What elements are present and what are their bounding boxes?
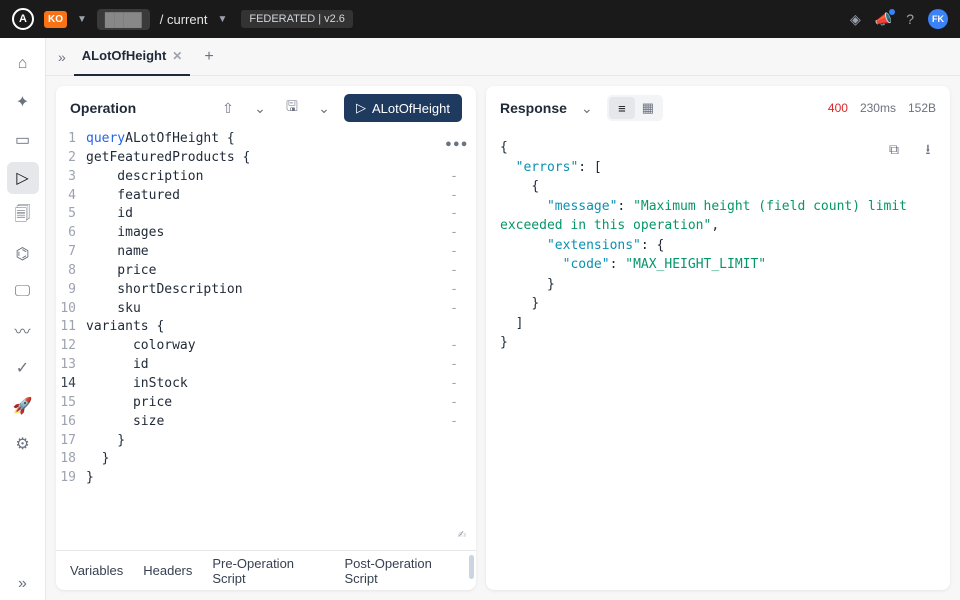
save-icon[interactable]: 🖫	[280, 96, 304, 120]
chevron-down-icon[interactable]: ⌄	[575, 96, 599, 120]
more-icon[interactable]: •••	[445, 138, 468, 153]
org-badge[interactable]: KO	[44, 11, 67, 28]
sidebar: ⌂ ✦ ▭ ▷ 🗐 ⌬ 🖵 〰 ✓ 🚀 ⚙ »	[0, 38, 46, 600]
scrollbar-thumb[interactable]	[469, 555, 474, 579]
nav-checks[interactable]: ✓	[7, 352, 39, 384]
view-json-icon[interactable]: ≡	[609, 97, 635, 119]
operation-editor[interactable]: ••• ✍ 1query ALotOfHeight {2 getFeatured…	[56, 130, 476, 550]
nav-explorer[interactable]: ▷	[7, 162, 39, 194]
response-title: Response	[500, 100, 567, 116]
variant-name[interactable]: / current	[160, 12, 208, 27]
federation-badge: FEDERATED | v2.6	[241, 10, 353, 28]
chevron-down-icon[interactable]: ⌄	[312, 96, 336, 120]
nav-metrics[interactable]: 〰	[7, 314, 39, 346]
user-avatar[interactable]: FK	[928, 9, 948, 29]
nav-clients[interactable]: 🖵	[7, 276, 39, 308]
response-size: 152B	[908, 101, 936, 115]
announcements-icon[interactable]: 📣	[875, 11, 892, 28]
download-icon[interactable]: ⭳	[916, 138, 940, 162]
graph-name[interactable]: ████	[97, 9, 150, 30]
view-table-icon[interactable]: ▦	[635, 97, 661, 119]
nav-insights[interactable]: ✦	[7, 86, 39, 118]
response-body[interactable]: ⧉ ⭳ { "errors": [ { "message": "Maximum …	[486, 130, 950, 590]
operation-panel: Operation ⇧ ⌄ 🖫 ⌄ ▷ ALotOfHeight ••• ✍ 1…	[56, 86, 476, 590]
bottom-tabs: Variables Headers Pre-Operation Script Post…	[56, 550, 476, 590]
bottom-tab[interactable]: Pre-Operation Script	[212, 556, 324, 586]
operation-title: Operation	[70, 100, 208, 116]
nav-schema[interactable]: ▭	[7, 124, 39, 156]
close-icon[interactable]: ✕	[172, 49, 182, 63]
nav-subgraphs[interactable]: ⌬	[7, 238, 39, 270]
apollo-logo[interactable]: A	[12, 8, 34, 30]
bottom-tab[interactable]: Headers	[143, 563, 192, 578]
add-tab-button[interactable]: +	[204, 48, 213, 66]
bottom-tab[interactable]: Variables	[70, 563, 123, 578]
chevron-down-icon[interactable]: ⌄	[248, 96, 272, 120]
tab-label: ALotOfHeight	[82, 48, 166, 63]
run-label: ALotOfHeight	[372, 101, 450, 116]
nav-launches[interactable]: 🚀	[7, 390, 39, 422]
share-icon[interactable]: ⇧	[216, 96, 240, 120]
nav-changes[interactable]: 🗐	[7, 200, 39, 232]
nav-home[interactable]: ⌂	[7, 48, 39, 80]
tab-active[interactable]: ALotOfHeight ✕	[74, 38, 191, 76]
response-status: 400	[828, 101, 848, 115]
nav-settings[interactable]: ⚙	[7, 428, 39, 460]
chevron-down-icon[interactable]: ▼	[217, 14, 227, 25]
view-toggle: ≡ ▦	[607, 95, 663, 121]
chevron-down-icon[interactable]: ▼	[77, 14, 87, 25]
play-icon: ▷	[356, 100, 366, 116]
help-icon[interactable]: ?	[906, 11, 914, 27]
expand-sidebar-icon[interactable]: »	[58, 49, 66, 65]
nav-collapse[interactable]: »	[7, 568, 39, 600]
copy-icon[interactable]: ⧉	[882, 138, 906, 162]
response-time: 230ms	[860, 101, 896, 115]
bottom-tab[interactable]: Post-Operation Script	[344, 556, 462, 586]
layers-icon[interactable]: ◈	[850, 11, 861, 28]
prettify-icon[interactable]: ✍	[458, 526, 466, 542]
run-button[interactable]: ▷ ALotOfHeight	[344, 94, 462, 122]
tabs-bar: » ALotOfHeight ✕ +	[46, 38, 960, 76]
response-panel: Response ⌄ ≡ ▦ 400 230ms 152B ⧉ ⭳	[486, 86, 950, 590]
topbar: A KO ▼ ████ / current ▼ FEDERATED | v2.6…	[0, 0, 960, 38]
